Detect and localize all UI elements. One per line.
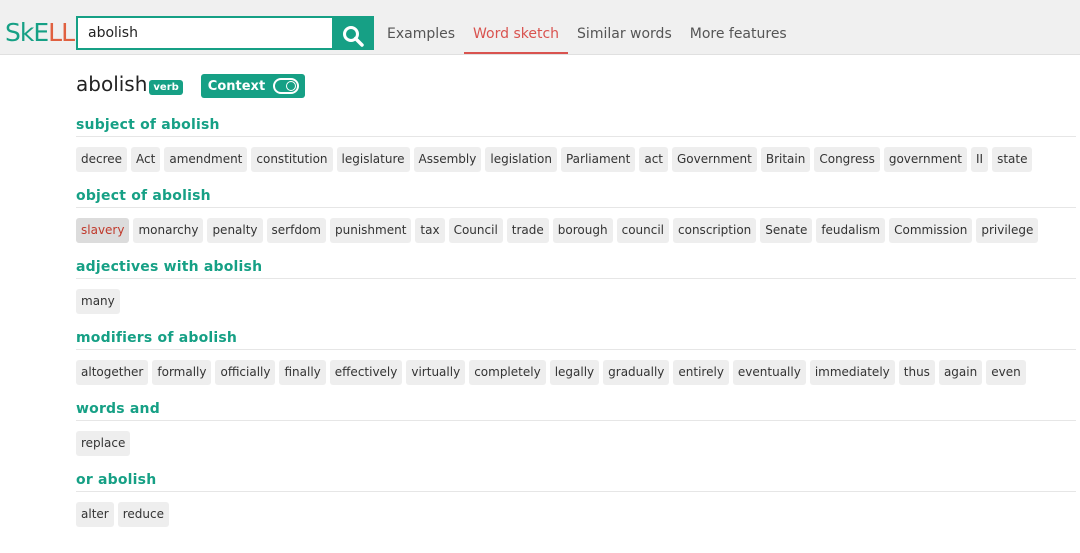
sketch-section: words and replace [76, 398, 1076, 469]
context-toggle-label: Context [207, 78, 266, 94]
collocation-chip[interactable]: amendment [164, 147, 248, 172]
collocation-list: decree Act amendment constitution legislatur… [76, 147, 1076, 172]
top-bar: SkELL ExamplesWord sketchSimilar wordsMo… [0, 0, 1080, 55]
collocation-chip[interactable]: completely [469, 360, 546, 385]
collocation-chip[interactable]: many [76, 289, 120, 314]
collocation-chip[interactable]: Senate [760, 218, 813, 243]
collocation-chip[interactable]: alter [76, 502, 114, 527]
collocation-chip[interactable]: replace [76, 431, 131, 456]
collocation-chip[interactable]: Congress [814, 147, 880, 172]
collocation-chip[interactable]: Government [672, 147, 757, 172]
context-toggle[interactable]: Context [200, 74, 306, 98]
tab-similar-words[interactable]: Similar words [568, 16, 681, 52]
search-input[interactable] [76, 16, 332, 50]
section-title: subject of abolish [76, 114, 1076, 137]
search-button[interactable] [332, 16, 374, 50]
headword-bar: abolish verb Context [76, 70, 306, 98]
collocation-chip[interactable]: privilege [976, 218, 1039, 243]
headword: abolish [76, 72, 148, 96]
collocation-chip[interactable]: legally [549, 360, 600, 385]
sketch-section: modifiers of abolish altogether formally of… [76, 327, 1076, 398]
section-title: or abolish [76, 469, 1076, 492]
sketch-section: object of abolish slavery monarchy penalty s… [76, 185, 1076, 256]
collocation-chip[interactable]: Council [448, 218, 503, 243]
collocation-list: alter reduce [76, 502, 1076, 527]
collocation-chip[interactable]: constitution [251, 147, 333, 172]
skell-logo[interactable]: SkELL [5, 18, 75, 48]
collocation-chip[interactable]: legislature [336, 147, 410, 172]
collocation-chip[interactable]: punishment [330, 218, 412, 243]
collocation-chip[interactable]: Assembly [413, 147, 482, 172]
tab-examples[interactable]: Examples [378, 16, 464, 52]
collocation-chip[interactable]: Parliament [560, 147, 636, 172]
collocation-chip[interactable]: officially [215, 360, 276, 385]
sketch-section: or abolish alter reduce [76, 469, 1076, 540]
toggle-switch-icon [273, 78, 300, 94]
collocation-chip[interactable]: Britain [760, 147, 811, 172]
word-sketch-sections: subject of abolish decree Act amendment cons… [76, 114, 1076, 540]
collocation-chip[interactable]: tax [415, 218, 445, 243]
collocation-chip[interactable]: state [992, 147, 1033, 172]
collocation-chip[interactable]: council [616, 218, 670, 243]
collocation-chip[interactable]: borough [552, 218, 613, 243]
collocation-chip[interactable]: eventually [732, 360, 806, 385]
collocation-chip[interactable]: penalty [207, 218, 263, 243]
collocation-list: slavery monarchy penalty serfdom punishment t… [76, 218, 1076, 243]
tab-word-sketch[interactable]: Word sketch [464, 16, 569, 54]
section-title: words and [76, 398, 1076, 421]
sketch-section: subject of abolish decree Act amendment cons… [76, 114, 1076, 185]
sketch-section: adjectives with abolish many [76, 256, 1076, 327]
collocation-chip[interactable]: thus [898, 360, 935, 385]
collocation-chip[interactable]: serfdom [266, 218, 326, 243]
collocation-chip[interactable]: altogether [76, 360, 149, 385]
collocation-chip[interactable]: effectively [329, 360, 403, 385]
section-title: modifiers of abolish [76, 327, 1076, 350]
collocation-chip[interactable]: decree [76, 147, 128, 172]
section-title: adjectives with abolish [76, 256, 1076, 279]
collocation-list: altogether formally officially finally effec… [76, 360, 1076, 385]
pos-badge: verb [149, 79, 183, 95]
collocation-chip[interactable]: conscription [673, 218, 757, 243]
collocation-chip[interactable]: immediately [809, 360, 895, 385]
search-icon [343, 26, 364, 47]
collocation-chip[interactable]: monarchy [133, 218, 204, 243]
collocation-chip[interactable]: act [639, 147, 668, 172]
collocation-chip[interactable]: government [883, 147, 967, 172]
collocation-chip[interactable]: even [986, 360, 1026, 385]
section-title: object of abolish [76, 185, 1076, 208]
collocation-chip[interactable]: legislation [485, 147, 557, 172]
collocation-chip[interactable]: reduce [117, 502, 169, 527]
collocation-chip[interactable]: II [971, 147, 989, 172]
collocation-list: many [76, 289, 1076, 314]
collocation-chip[interactable]: virtually [406, 360, 466, 385]
collocation-chip[interactable]: trade [506, 218, 549, 243]
collocation-chip[interactable]: Act [131, 147, 161, 172]
collocation-chip[interactable]: finally [279, 360, 326, 385]
collocation-chip[interactable]: Commission [889, 218, 973, 243]
collocation-chip[interactable]: again [938, 360, 983, 385]
collocation-chip[interactable]: slavery [76, 218, 130, 243]
collocation-chip[interactable]: entirely [673, 360, 729, 385]
main-nav: Examples Word sketch Similar words More fea… [378, 16, 796, 54]
collocation-chip[interactable]: feudalism [816, 218, 886, 243]
tab-more-features[interactable]: More features [681, 16, 796, 52]
collocation-chip[interactable]: gradually [603, 360, 670, 385]
collocation-list: replace [76, 431, 1076, 456]
collocation-chip[interactable]: formally [152, 360, 212, 385]
